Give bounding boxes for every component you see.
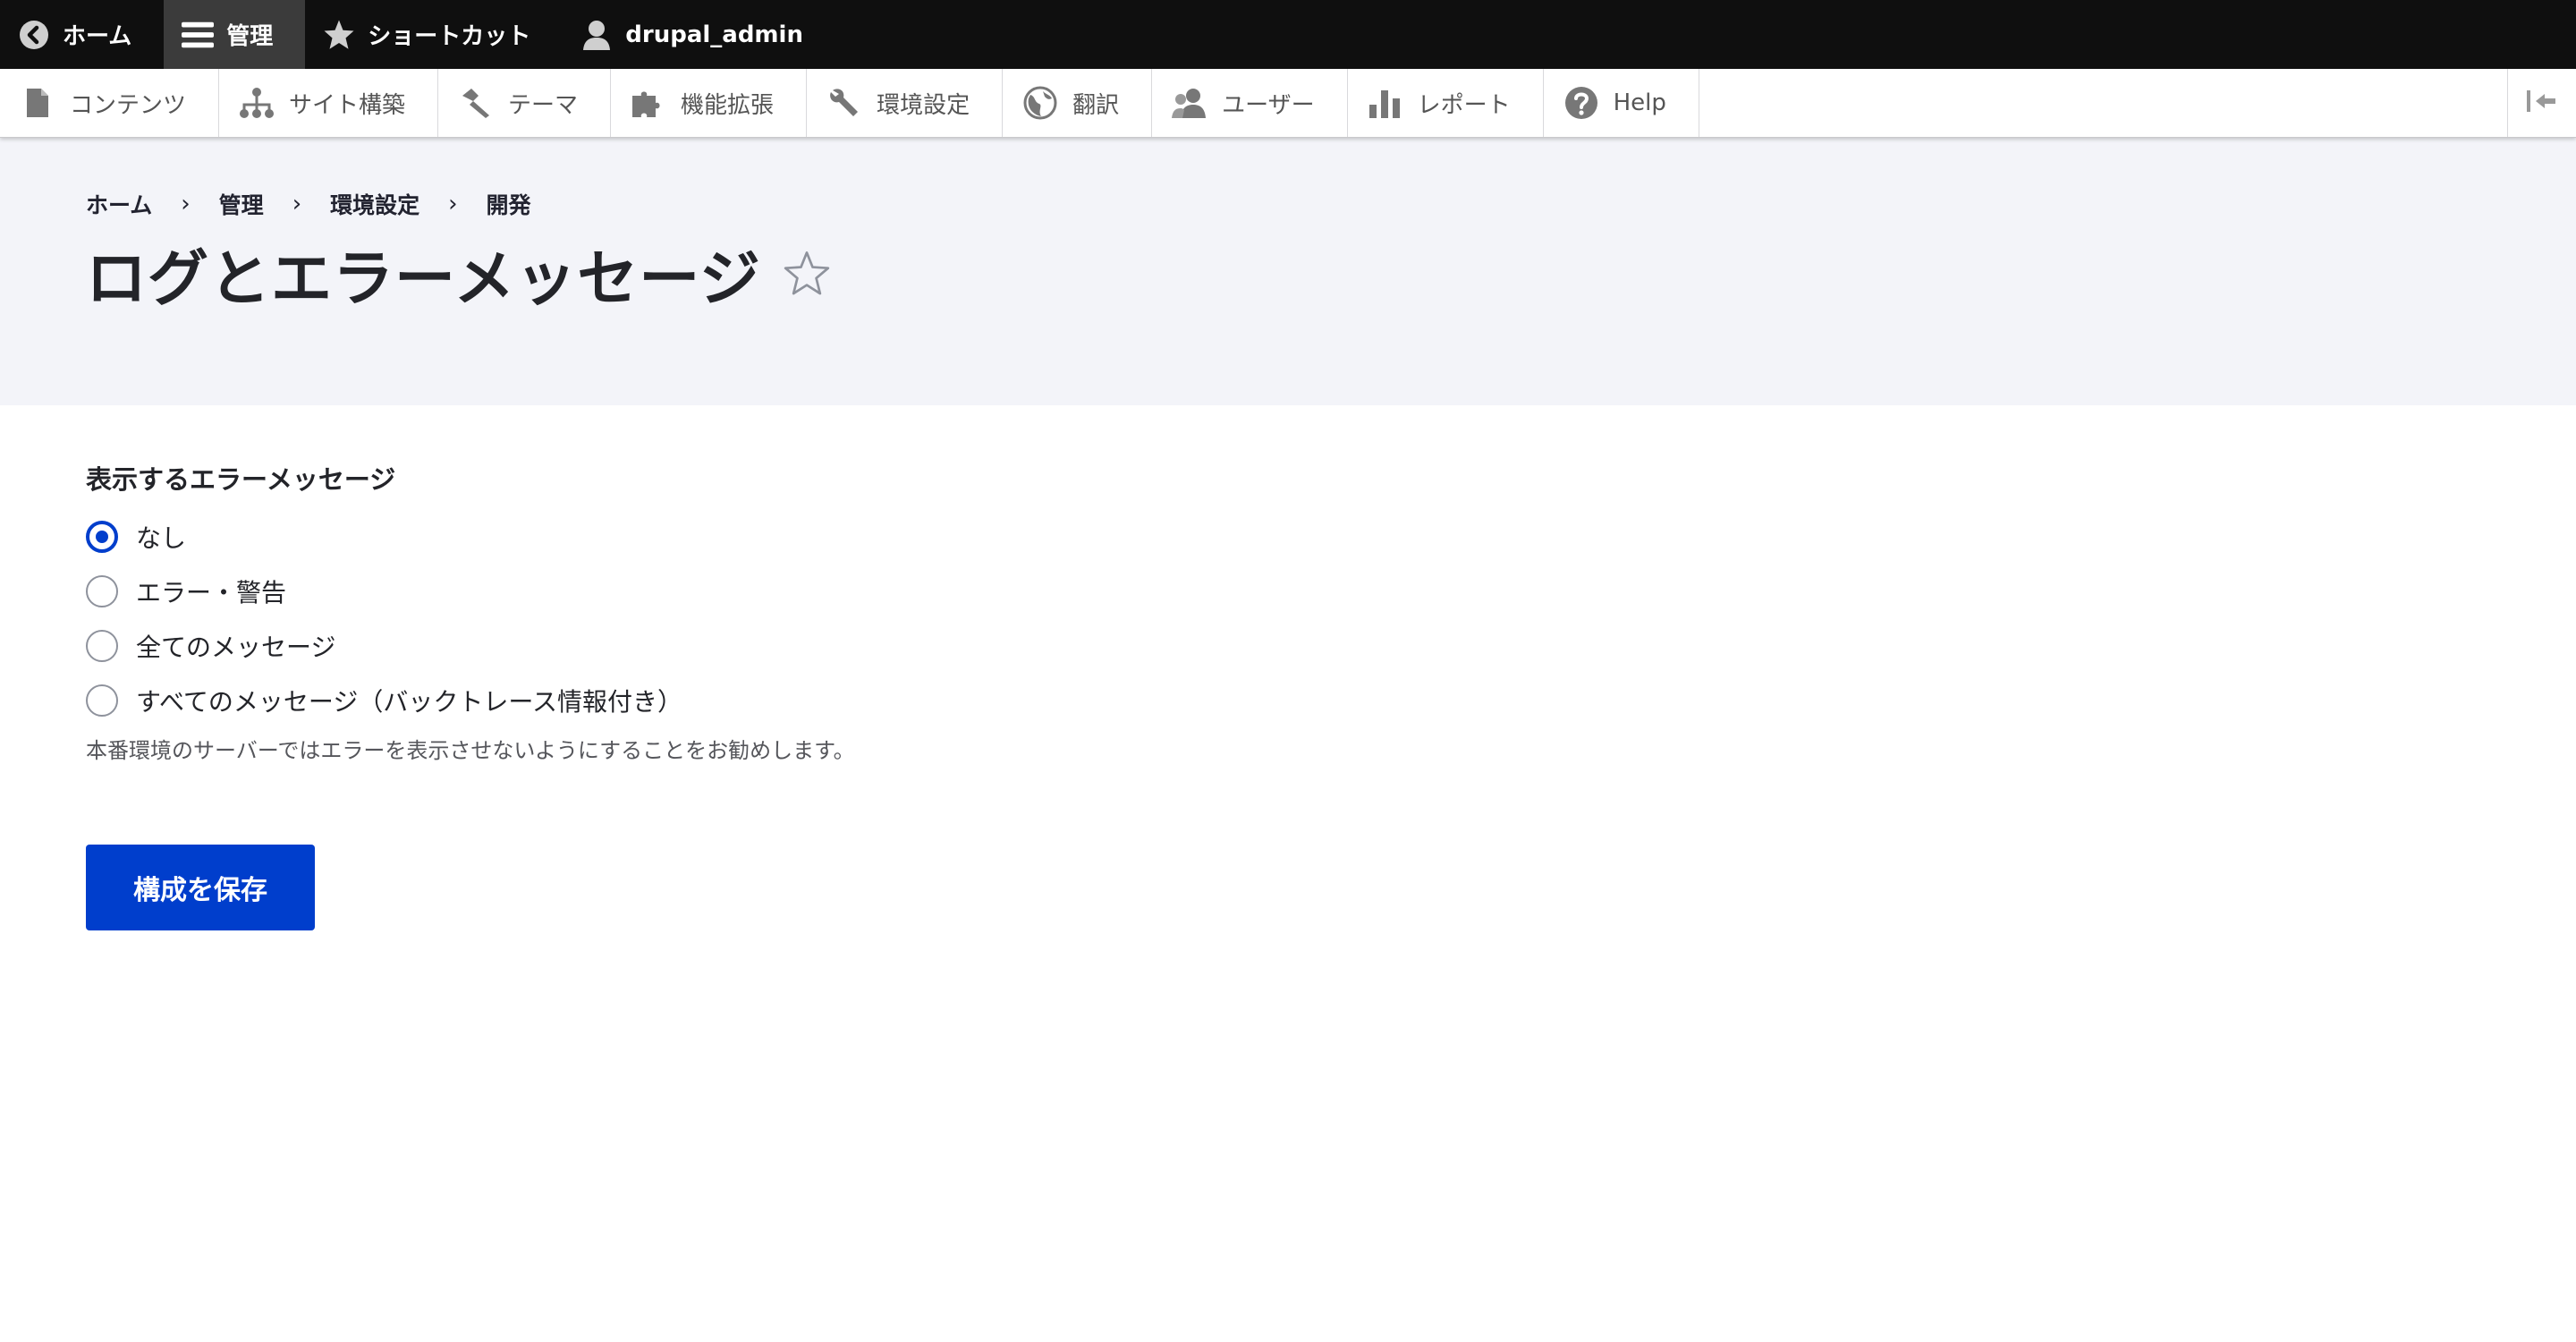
- tray-item-label: ユーザー: [1222, 91, 1315, 119]
- hamburger-icon: [182, 19, 215, 51]
- tray-item-structure[interactable]: サイト構築: [219, 69, 439, 137]
- tray-item-label: サイト構築: [289, 91, 406, 119]
- radio-option-errors-warnings[interactable]: エラー・警告: [86, 564, 2490, 618]
- back-arrow-icon: [18, 19, 50, 51]
- breadcrumb-home[interactable]: ホーム: [86, 188, 152, 220]
- toolbar-manage-label: 管理: [226, 23, 274, 50]
- tray-orientation-toggle[interactable]: [2507, 69, 2576, 137]
- tray-item-label: レポート: [1417, 91, 1511, 119]
- main-content: 表示するエラーメッセージ なし エラー・警告 全てのメッセージ すべてのメッセー…: [0, 405, 2576, 930]
- breadcrumb-admin[interactable]: 管理: [219, 188, 264, 220]
- breadcrumb-config[interactable]: 環境設定: [330, 188, 419, 220]
- breadcrumb-separator: ›: [292, 191, 302, 217]
- tray-item-content[interactable]: コンテンツ: [0, 69, 220, 137]
- breadcrumb-separator: ›: [181, 191, 191, 217]
- puzzle-icon: [631, 85, 666, 121]
- admin-menu-tray: コンテンツ サイト構築 テーマ 機能拡張 環境設定 翻訳 ユーザー レポート H…: [0, 69, 2576, 138]
- error-level-description: 本番環境のサーバーではエラーを表示させないようにすることをお勧めします。: [86, 738, 855, 763]
- user-icon: [580, 19, 613, 51]
- star-icon: [323, 19, 355, 51]
- title-row: ログとエラーメッセージ: [86, 229, 2490, 318]
- tray-item-label: 翻訳: [1072, 91, 1120, 119]
- tray-spacer: [1699, 69, 2507, 137]
- toolbar-shortcuts-tab[interactable]: ショートカット: [305, 0, 563, 69]
- globe-icon: [1022, 85, 1058, 121]
- breadcrumb: ホーム › 管理 › 環境設定 › 開発: [86, 183, 2490, 225]
- tray-item-label: Help: [1613, 89, 1666, 116]
- toolbar-manage-tab[interactable]: 管理: [164, 0, 306, 69]
- document-icon: [20, 85, 55, 121]
- tray-item-label: 機能拡張: [681, 91, 775, 119]
- tray-item-help[interactable]: Help: [1544, 69, 1699, 137]
- tray-item-people[interactable]: ユーザー: [1152, 69, 1348, 137]
- toolbar-user-tab[interactable]: drupal_admin: [563, 0, 835, 69]
- add-shortcut-star-icon[interactable]: [783, 249, 833, 299]
- bar-chart-icon: [1368, 85, 1403, 121]
- radio-option-all-messages[interactable]: 全てのメッセージ: [86, 618, 2490, 673]
- save-configuration-button[interactable]: 構成を保存: [86, 845, 315, 930]
- page-header-region: ホーム › 管理 › 環境設定 › 開発 ログとエラーメッセージ: [0, 138, 2576, 405]
- tray-item-reports[interactable]: レポート: [1348, 69, 1544, 137]
- breadcrumb-separator: ›: [448, 191, 458, 217]
- tray-item-label: コンテンツ: [70, 91, 187, 119]
- toolbar-shortcuts-label: ショートカット: [368, 23, 531, 50]
- toolbar-home-label: ホーム: [63, 23, 132, 50]
- radio-button[interactable]: [86, 520, 118, 553]
- radio-button[interactable]: [86, 574, 118, 607]
- radio-option-all-with-backtrace[interactable]: すべてのメッセージ（バックトレース情報付き）: [86, 673, 2490, 727]
- radio-option-none[interactable]: なし: [86, 509, 2490, 564]
- tray-item-translate[interactable]: 翻訳: [1003, 69, 1153, 137]
- help-icon: [1563, 85, 1599, 121]
- tray-item-appearance[interactable]: テーマ: [438, 69, 612, 137]
- tray-item-config[interactable]: 環境設定: [807, 69, 1004, 137]
- radio-button[interactable]: [86, 629, 118, 662]
- error-level-legend: 表示するエラーメッセージ: [86, 464, 396, 495]
- tray-item-extend[interactable]: 機能拡張: [611, 69, 808, 137]
- radio-button[interactable]: [86, 684, 118, 717]
- tray-item-label: テーマ: [508, 91, 579, 119]
- sitemap-icon: [239, 85, 275, 121]
- toolbar-user-label: drupal_admin: [625, 21, 803, 48]
- radio-label: 全てのメッセージ: [136, 632, 336, 662]
- logging-settings-form: 表示するエラーメッセージ なし エラー・警告 全てのメッセージ すべてのメッセー…: [86, 459, 2490, 930]
- paint-brush-icon: [458, 85, 494, 121]
- radio-label: すべてのメッセージ（バックトレース情報付き）: [136, 686, 682, 717]
- users-icon: [1172, 85, 1208, 121]
- breadcrumb-development[interactable]: 開発: [487, 188, 531, 220]
- wrench-icon: [826, 85, 862, 121]
- tray-item-label: 環境設定: [877, 91, 970, 119]
- page-title: ログとエラーメッセージ: [86, 244, 761, 315]
- toolbar-home-link[interactable]: ホーム: [0, 0, 164, 69]
- collapse-left-icon: [2525, 89, 2559, 117]
- admin-toolbar: ホーム 管理 ショートカット drupal_admin: [0, 0, 2576, 69]
- radio-label: エラー・警告: [136, 577, 287, 607]
- radio-label: なし: [136, 522, 187, 553]
